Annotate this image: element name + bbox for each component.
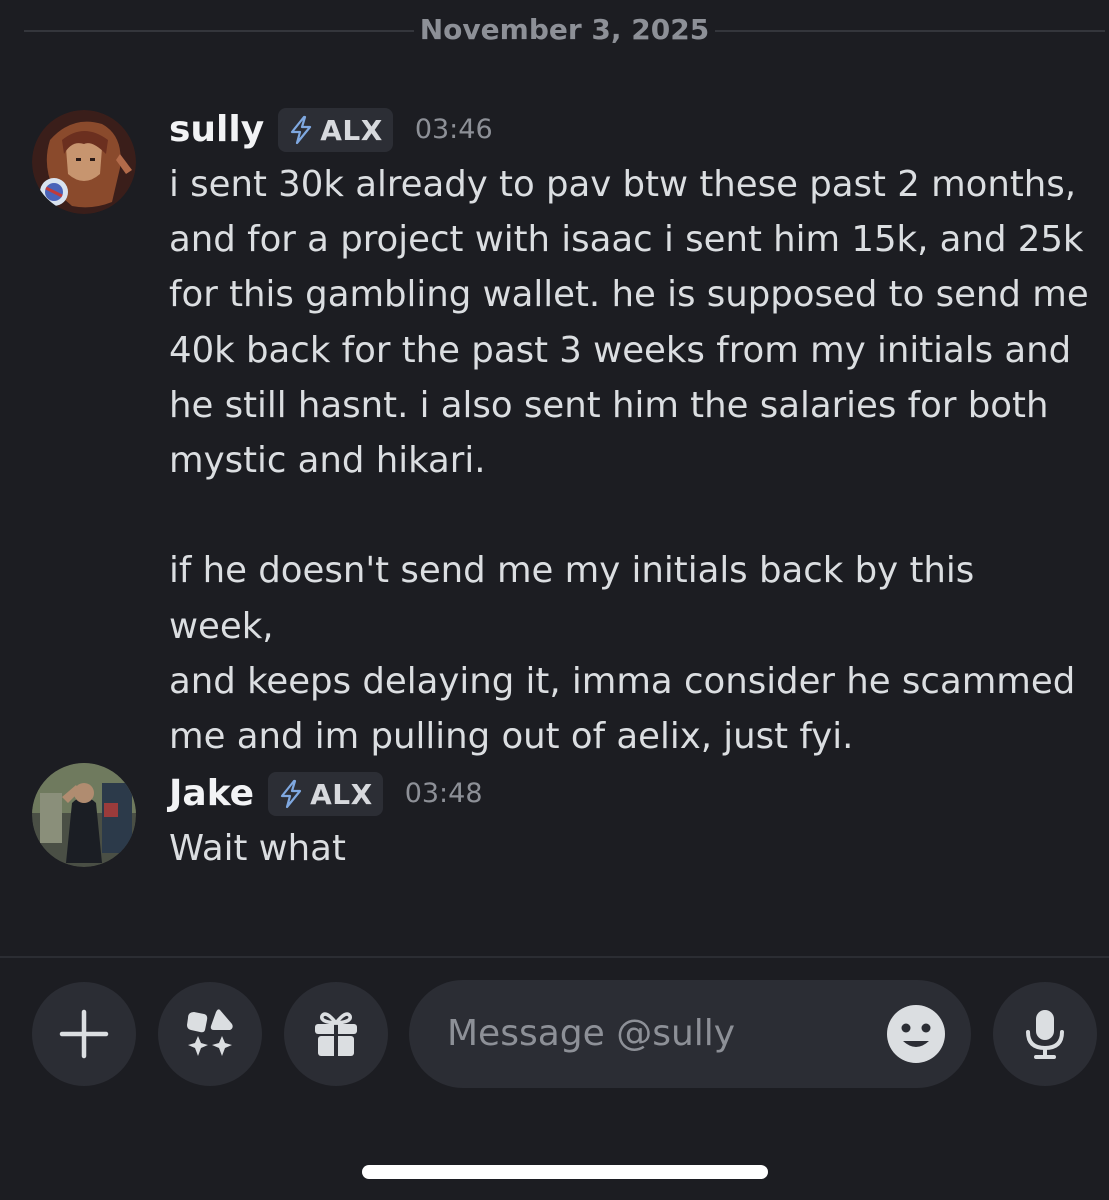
apps-icon	[187, 1009, 233, 1056]
lightning-icon	[280, 779, 302, 809]
composer-divider	[0, 956, 1109, 958]
message-text: i sent 30k already to pav btw these past…	[169, 164, 1089, 758]
attach-button[interactable]	[32, 982, 136, 1086]
tag-label: ALX	[310, 777, 373, 811]
timestamp: 03:48	[404, 778, 483, 809]
microphone-icon	[1026, 1010, 1064, 1059]
username[interactable]: Jake	[169, 768, 254, 820]
message-input[interactable]: Message @sully	[409, 980, 971, 1088]
avatar[interactable]	[32, 110, 136, 214]
tag-label: ALX	[320, 113, 383, 147]
message-header: sully ALX 03:46	[169, 104, 493, 156]
plus-icon	[59, 1009, 109, 1059]
username[interactable]: sully	[169, 104, 264, 156]
gift-button[interactable]	[284, 982, 388, 1086]
timestamp: 03:46	[414, 114, 493, 145]
message-text: Wait what	[169, 828, 346, 869]
voice-button[interactable]	[993, 982, 1097, 1086]
divider-line-left	[24, 30, 414, 32]
avatar[interactable]	[32, 763, 136, 867]
divider-line-right	[715, 30, 1105, 32]
date-label: November 3, 2025	[419, 13, 710, 46]
message-header: Jake ALX 03:48	[169, 768, 483, 820]
lightning-icon	[291, 115, 312, 145]
gift-icon	[315, 1012, 357, 1058]
composer-bar: Message @sully	[0, 980, 1109, 1090]
message-placeholder: Message @sully	[447, 1013, 736, 1054]
apps-button[interactable]	[158, 982, 262, 1086]
server-tag[interactable]: ALX	[268, 772, 383, 816]
emoji-icon[interactable]	[885, 1003, 947, 1065]
date-divider: November 3, 2025	[0, 0, 1109, 62]
server-tag[interactable]: ALX	[278, 108, 393, 152]
chat-screen: November 3, 2025 sully ALX 03:46 i sent …	[0, 0, 1109, 1200]
home-indicator[interactable]	[362, 1165, 768, 1179]
